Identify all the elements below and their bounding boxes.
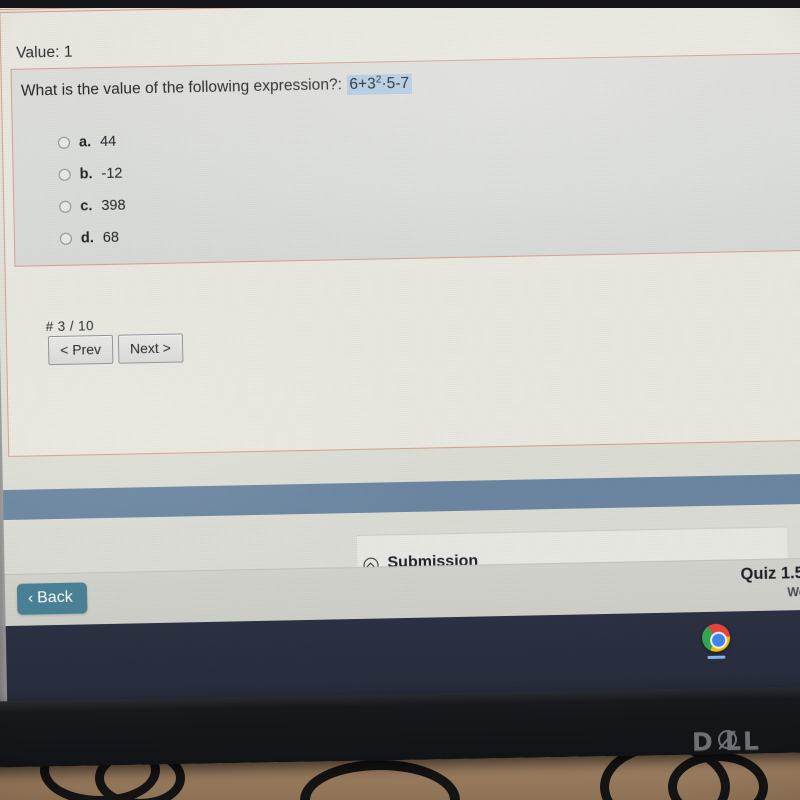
option-value: 398 [101, 197, 126, 215]
next-button[interactable]: Next > [117, 333, 184, 364]
question-value-label: Value: 1 [16, 43, 73, 62]
option-a[interactable]: a. 44 [57, 126, 125, 159]
monitor-screen: Value: 1 What is the value of the follow… [0, 0, 800, 733]
photo-of-monitor: Value: 1 What is the value of the follow… [0, 0, 800, 800]
expression-base: 6+3 [349, 75, 377, 94]
expression-highlight: 6+32·5-7 [346, 73, 413, 96]
option-value: 44 [99, 133, 117, 151]
chevron-left-icon: ‹ [27, 589, 34, 607]
quiz-subtitle: Week 2 - Assi [787, 584, 800, 600]
question-counter: # 3 / 10 [45, 318, 95, 335]
photo-top-edge [0, 0, 800, 8]
option-value: 68 [102, 229, 120, 247]
option-letter: a. [78, 134, 92, 151]
option-d[interactable]: d. 68 [59, 222, 127, 255]
radio-icon-a[interactable] [57, 136, 71, 149]
option-value: -12 [101, 165, 123, 183]
expression-tail: ·5-7 [381, 74, 410, 93]
radio-icon-d[interactable] [59, 232, 73, 245]
question-navigation: < Prev Next > [47, 333, 184, 366]
answer-options-list: a. 44 b. -12 c. 398 d. 68 [57, 126, 127, 255]
option-letter: d. [80, 230, 94, 247]
prev-button[interactable]: < Prev [47, 334, 114, 366]
option-b[interactable]: b. -12 [58, 158, 125, 191]
option-letter: b. [79, 166, 93, 183]
option-letter: c. [80, 198, 93, 215]
chrome-active-indicator [707, 655, 726, 659]
radio-icon-b[interactable] [58, 168, 71, 181]
screen-surface: Value: 1 What is the value of the follow… [0, 0, 800, 733]
back-button-label: Back [36, 588, 73, 607]
back-button[interactable]: ‹ Back [16, 582, 88, 615]
radio-icon-c[interactable] [59, 200, 72, 213]
option-c[interactable]: c. 398 [59, 190, 126, 223]
quiz-title: Quiz 1.5.1 - Orde [740, 563, 800, 584]
